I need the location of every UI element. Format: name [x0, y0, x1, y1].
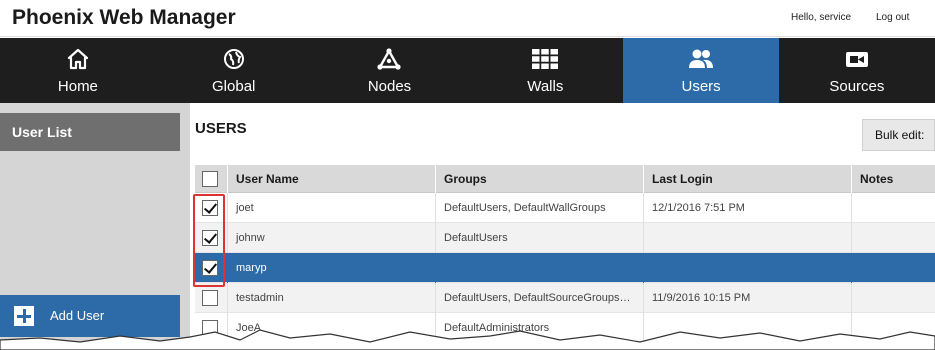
user-name-cell: testadmin — [227, 283, 435, 313]
nav-item-nodes[interactable]: Nodes — [312, 38, 468, 103]
groups-cell — [435, 253, 643, 283]
notes-cell — [851, 283, 935, 313]
row-select-cell — [195, 253, 227, 283]
users-icon — [623, 47, 779, 71]
home-icon — [0, 47, 156, 71]
greeting-text: Hello, service — [791, 12, 852, 23]
row-select-cell — [195, 283, 227, 313]
app-title: Phoenix Web Manager — [12, 6, 236, 29]
user-name-cell: maryp — [227, 253, 435, 283]
user-name-cell: joet — [227, 193, 435, 223]
groups-cell: DefaultUsers, DefaultSourceGroups… — [435, 283, 643, 313]
nav-label-global: Global — [212, 78, 256, 95]
table-header: User Name Groups Last Login Notes — [195, 165, 935, 193]
nav-label-nodes: Nodes — [367, 78, 412, 95]
notes-cell — [851, 253, 935, 283]
column-header-last-login[interactable]: Last Login — [643, 165, 851, 193]
nav-label-users: Users — [681, 78, 721, 95]
table-row-selected[interactable]: maryp — [195, 253, 935, 283]
nav-label-sources: Sources — [829, 78, 885, 95]
nav-item-users[interactable]: Users — [623, 38, 779, 103]
notes-cell — [851, 193, 935, 223]
sidebar-header[interactable]: User List — [0, 113, 180, 151]
header-select-all-cell — [195, 165, 227, 193]
row-checkbox[interactable] — [202, 260, 218, 276]
nav-label-home: Home — [57, 78, 98, 95]
table-row[interactable]: testadmin DefaultUsers, DefaultSourceGro… — [195, 283, 935, 313]
row-select-cell — [195, 193, 227, 223]
nav-item-sources[interactable]: Sources — [779, 38, 935, 103]
main-nav: Home Global Nodes Walls Users Sources — [0, 38, 935, 103]
grid-icon — [467, 47, 623, 71]
select-all-checkbox[interactable] — [202, 171, 218, 187]
page-title: USERS — [195, 120, 247, 137]
nav-item-home[interactable]: Home — [0, 38, 156, 103]
bulk-edit-button[interactable]: Bulk edit: — [862, 119, 935, 151]
row-checkbox[interactable] — [202, 230, 218, 246]
last-login-cell: 11/9/2016 10:15 PM — [643, 283, 851, 313]
table-row[interactable]: joet DefaultUsers, DefaultWallGroups 12/… — [195, 193, 935, 223]
nav-label-walls: Walls — [527, 78, 564, 95]
groups-cell: DefaultUsers, DefaultWallGroups — [435, 193, 643, 223]
column-header-notes[interactable]: Notes — [851, 165, 935, 193]
last-login-cell: 12/1/2016 7:51 PM — [643, 193, 851, 223]
logout-link[interactable]: Log out — [876, 12, 909, 23]
notes-cell — [851, 223, 935, 253]
nav-item-walls[interactable]: Walls — [467, 38, 623, 103]
row-checkbox[interactable] — [202, 290, 218, 306]
column-header-groups[interactable]: Groups — [435, 165, 643, 193]
row-select-cell — [195, 223, 227, 253]
nav-item-global[interactable]: Global — [156, 38, 312, 103]
row-checkbox[interactable] — [202, 200, 218, 216]
torn-edge-decoration — [0, 329, 935, 350]
column-header-user-name[interactable]: User Name — [227, 165, 435, 193]
table-row[interactable]: johnw DefaultUsers — [195, 223, 935, 253]
video-camera-icon — [779, 47, 935, 71]
sidebar: User List Add User — [0, 103, 190, 350]
nodes-icon — [312, 47, 468, 71]
last-login-cell — [643, 253, 851, 283]
user-name-cell: johnw — [227, 223, 435, 253]
users-table: User Name Groups Last Login Notes joet D… — [195, 165, 935, 343]
groups-cell: DefaultUsers — [435, 223, 643, 253]
top-bar: Phoenix Web Manager Hello, service Log o… — [0, 0, 935, 37]
last-login-cell — [643, 223, 851, 253]
globe-icon — [156, 47, 312, 71]
